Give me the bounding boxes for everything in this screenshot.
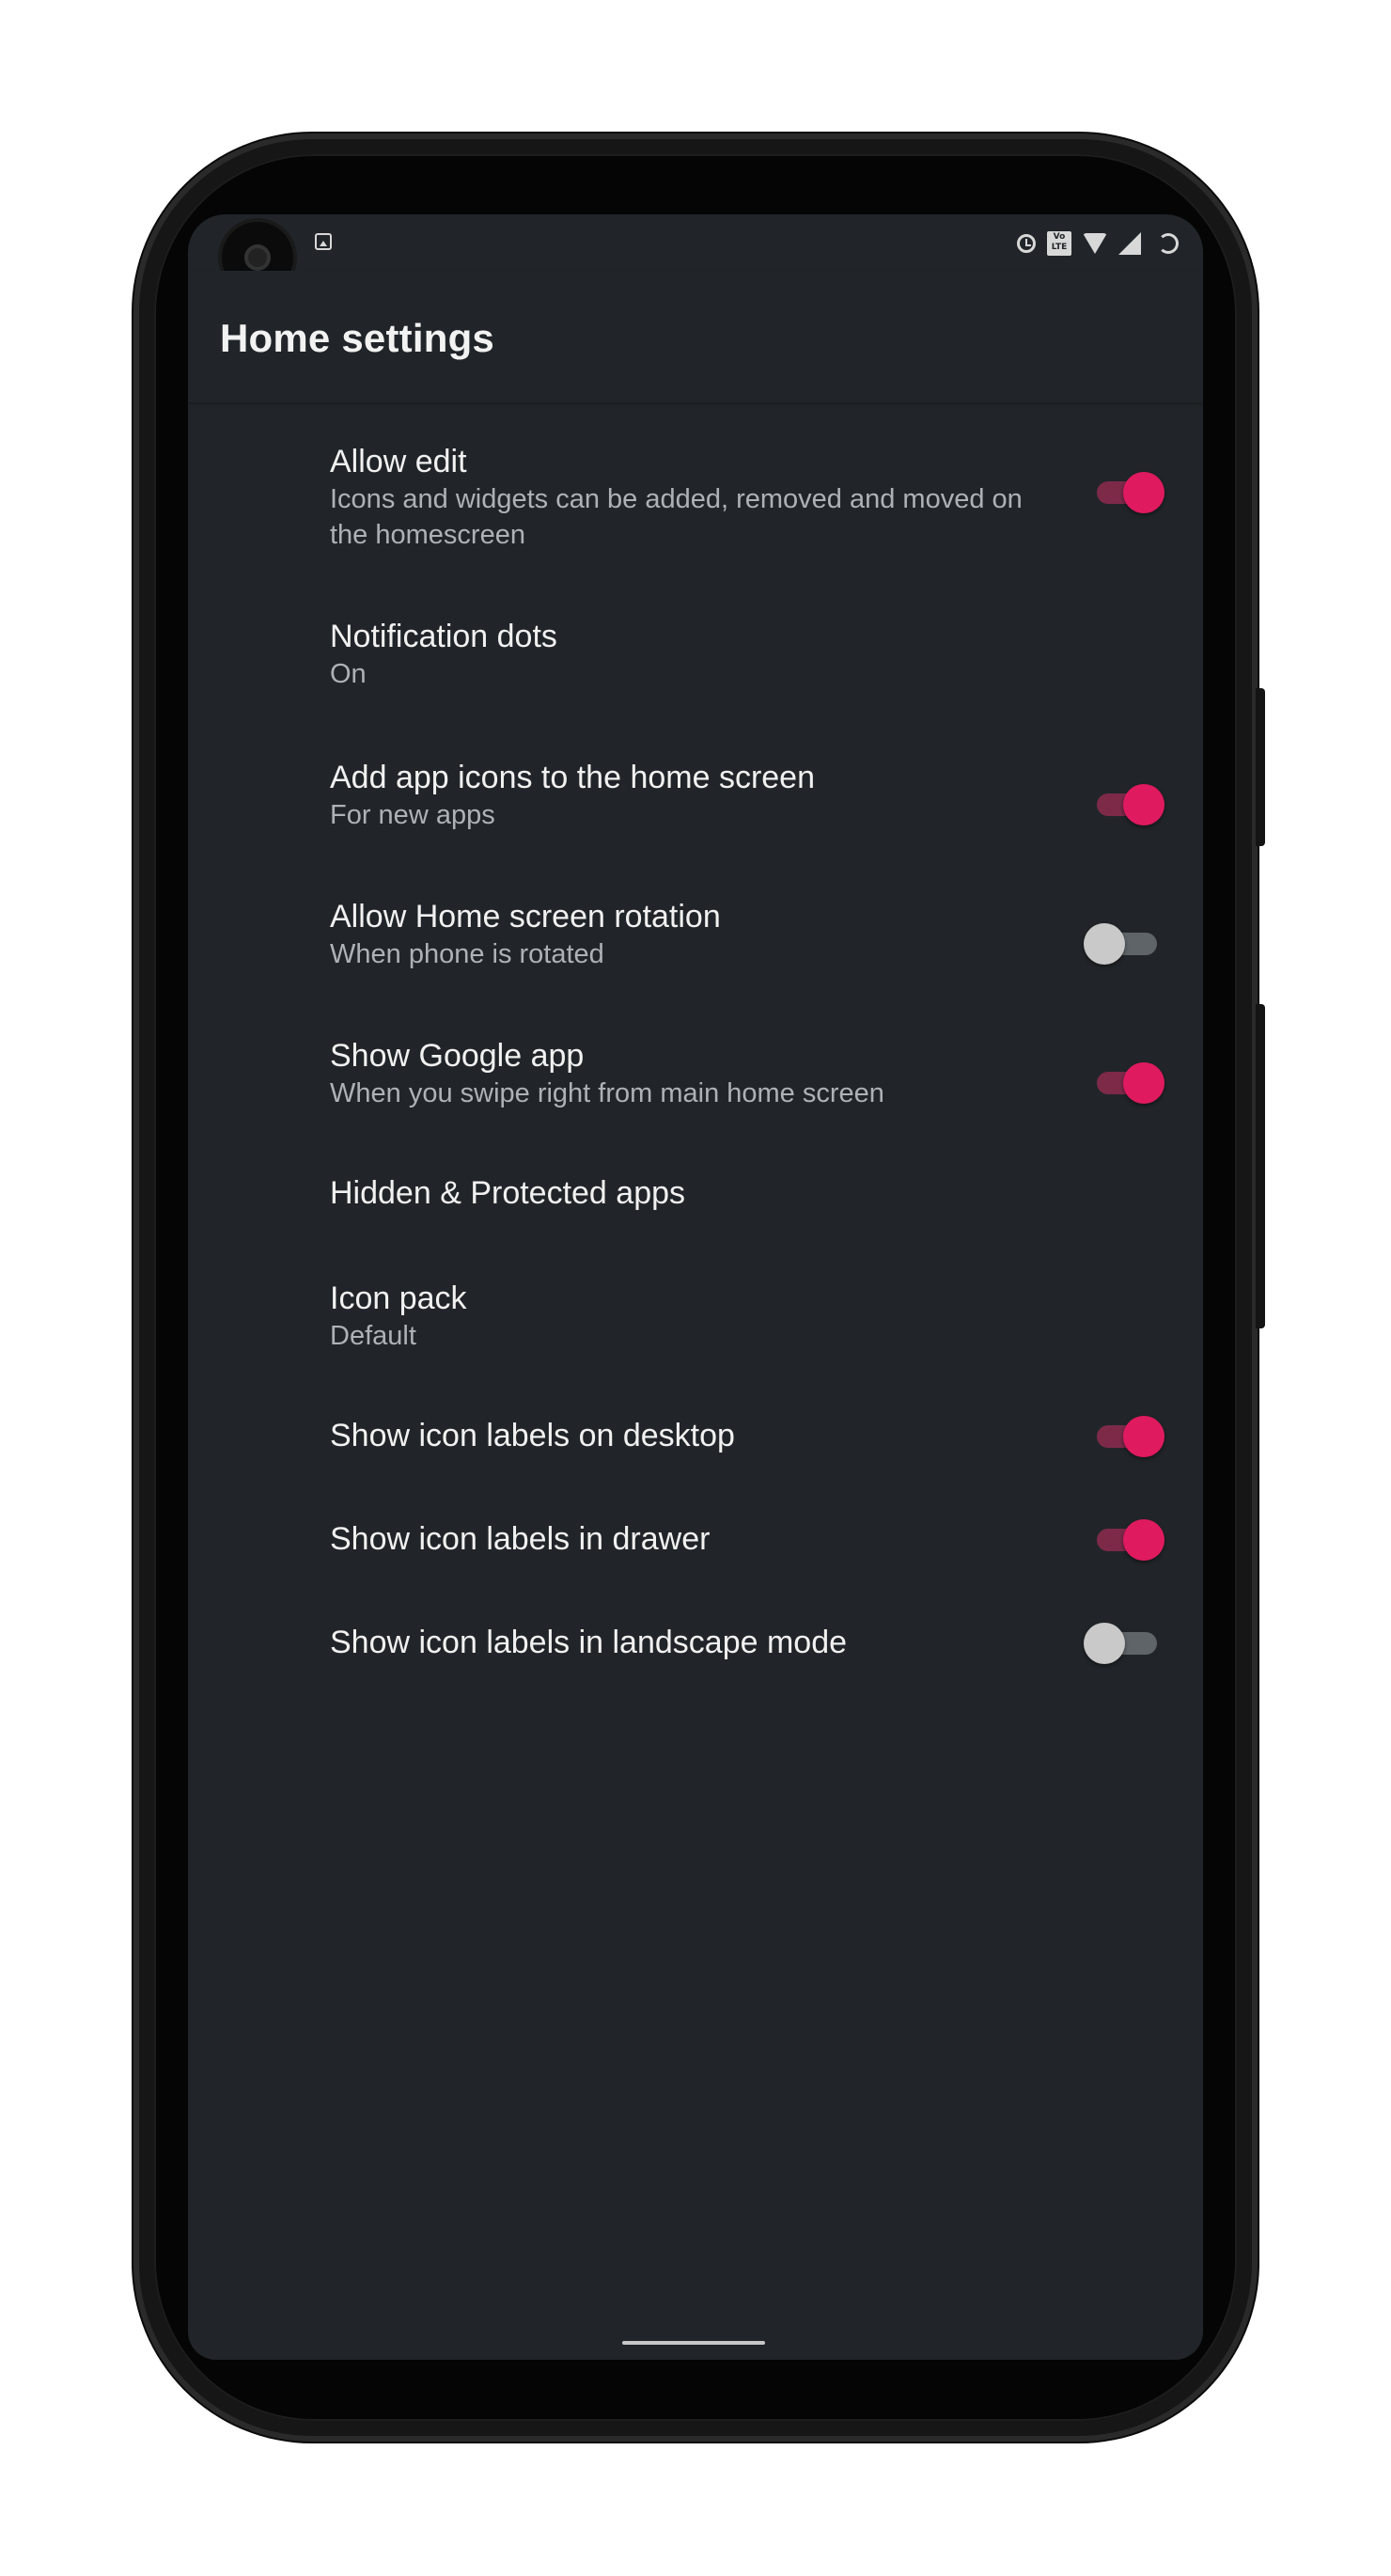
- setting-show-google-app[interactable]: Show Google app When you swipe right fro…: [188, 978, 1203, 1117]
- setting-labels-desktop[interactable]: Show icon labels on desktop: [188, 1361, 1203, 1465]
- image-icon: [315, 233, 332, 250]
- setting-subtitle: For new apps: [330, 800, 495, 830]
- alarm-icon: [1017, 234, 1036, 253]
- setting-labels-drawer[interactable]: Show icon labels in drawer: [188, 1465, 1203, 1568]
- setting-title: Add app icons to the home screen: [330, 760, 815, 795]
- setting-title: Show icon labels in drawer: [330, 1521, 711, 1557]
- allow-edit-toggle[interactable]: [1091, 472, 1170, 513]
- app-bar: Home settings: [188, 271, 1203, 402]
- toggle-thumb: [1123, 784, 1164, 825]
- setting-hidden-protected-apps[interactable]: Hidden & Protected apps: [188, 1117, 1203, 1222]
- setting-home-rotation[interactable]: Allow Home screen rotation When phone is…: [188, 839, 1203, 978]
- add-app-icons-toggle[interactable]: [1091, 784, 1170, 825]
- setting-title: Allow Home screen rotation: [330, 899, 721, 935]
- toggle-thumb: [1084, 1623, 1125, 1664]
- setting-subtitle: Default: [330, 1321, 416, 1351]
- setting-add-app-icons[interactable]: Add app icons to the home screen For new…: [188, 699, 1203, 839]
- signal-icon: [1118, 232, 1141, 255]
- toggle-thumb: [1123, 472, 1164, 513]
- toggle-thumb: [1123, 1062, 1164, 1104]
- setting-title: Notification dots: [330, 619, 557, 654]
- labels-drawer-toggle[interactable]: [1091, 1519, 1170, 1561]
- setting-subtitle: When you swipe right from main home scre…: [330, 1078, 884, 1108]
- screen: Vo LTE Home settings Allow edit Icons an…: [188, 214, 1203, 2360]
- setting-title: Show Google app: [330, 1038, 585, 1074]
- setting-allow-edit[interactable]: Allow edit Icons and widgets can be adde…: [188, 402, 1203, 560]
- setting-subtitle: When phone is rotated: [330, 939, 604, 969]
- setting-title: Allow edit: [330, 444, 467, 479]
- volte-text-bottom: LTE: [1051, 243, 1068, 252]
- setting-labels-landscape[interactable]: Show icon labels in landscape mode: [188, 1568, 1203, 1672]
- toggle-thumb: [1123, 1416, 1164, 1457]
- setting-icon-pack[interactable]: Icon pack Default: [188, 1222, 1203, 1361]
- setting-notification-dots[interactable]: Notification dots On: [188, 560, 1203, 699]
- labels-desktop-toggle[interactable]: [1091, 1416, 1170, 1457]
- home-indicator[interactable]: [622, 2341, 765, 2345]
- battery-icon: [1158, 233, 1179, 254]
- page-title: Home settings: [220, 316, 494, 360]
- setting-subtitle: Icons and widgets can be added, removed …: [330, 484, 1023, 550]
- setting-title: Show icon labels in landscape mode: [330, 1625, 848, 1660]
- status-icons: Vo LTE: [1017, 229, 1179, 258]
- toggle-thumb: [1123, 1519, 1164, 1561]
- setting-title: Show icon labels on desktop: [330, 1418, 735, 1453]
- volte-text-top: Vo: [1053, 232, 1066, 242]
- home-rotation-toggle[interactable]: [1084, 923, 1170, 965]
- volte-icon: Vo LTE: [1047, 231, 1071, 256]
- setting-title: Icon pack: [330, 1280, 467, 1316]
- power-button: [1256, 688, 1265, 846]
- wifi-icon: [1083, 233, 1107, 254]
- status-bar: Vo LTE: [188, 214, 1203, 293]
- volume-button: [1256, 1004, 1265, 1328]
- setting-subtitle: On: [330, 659, 367, 689]
- setting-title: Hidden & Protected apps: [330, 1175, 686, 1211]
- show-google-app-toggle[interactable]: [1091, 1062, 1170, 1104]
- labels-landscape-toggle[interactable]: [1084, 1623, 1170, 1664]
- toggle-thumb: [1084, 923, 1125, 965]
